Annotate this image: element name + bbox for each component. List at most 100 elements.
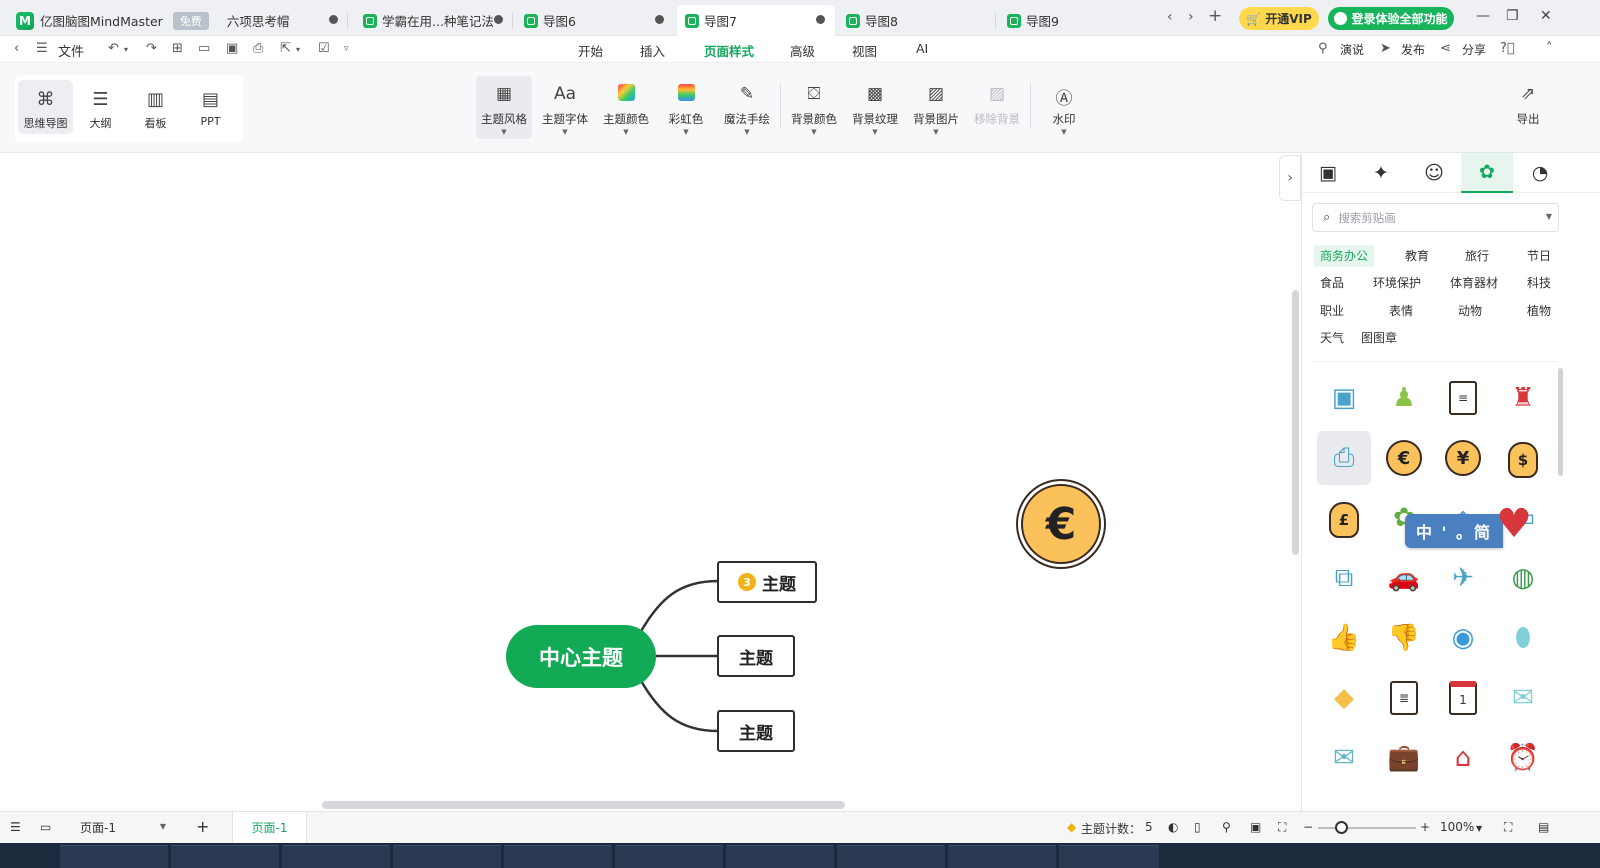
close-icon[interactable] [494,15,503,24]
clipart-search-input[interactable]: ⌕ 搜索剪贴画 ▼ [1312,203,1559,232]
outline-toggle-icon[interactable]: ☰ [10,820,21,834]
zoom-dropdown-icon[interactable]: ▼ [1476,824,1482,833]
zoom-out-icon[interactable]: − [1303,820,1313,834]
zoom-in-icon[interactable]: + [1420,820,1430,834]
id-badge-icon[interactable]: ▣ [1317,371,1371,425]
panel-tab-history[interactable]: ◔ [1514,153,1566,193]
more-dropdown-icon[interactable]: ▿ [344,44,349,54]
taskbar-app[interactable] [504,845,612,868]
taskbar-app[interactable] [1059,845,1159,868]
taskbar-app[interactable] [948,845,1056,868]
tab-document[interactable]: 导图8 [838,5,996,36]
taskbar-app[interactable] [393,845,501,868]
panel-tab-clipart[interactable]: ✿ [1461,153,1513,193]
briefcase-icon[interactable]: 💼 [1377,731,1431,785]
topic-node[interactable]: 主题 [717,710,795,752]
start-button[interactable] [0,845,50,868]
publish-button[interactable]: 发布 [1401,41,1425,58]
category-emoji[interactable]: 表情 [1389,300,1413,322]
yen-coin-icon[interactable]: ¥ [1436,431,1490,485]
tab-scroll-left-icon[interactable]: ‹ [1167,9,1173,25]
export-dropdown-icon[interactable]: ▾ [296,45,300,54]
menu-page-style[interactable]: 页面样式 [704,41,754,65]
dollar-bag-icon[interactable]: $ [1496,431,1550,485]
euro-coin-icon[interactable]: € [1377,431,1431,485]
category-tech[interactable]: 科技 [1527,272,1551,294]
printer-icon[interactable]: ⎙ [1317,431,1371,485]
new-tab-icon[interactable]: + [1208,6,1222,26]
hamburger-icon[interactable]: ☰ [36,41,48,56]
view-outline-button[interactable]: ☰ 大纲 [73,80,128,134]
envelope-icon[interactable]: ✉ [1317,731,1371,785]
category-environment[interactable]: 环境保护 [1373,272,1421,294]
help-icon[interactable]: ?⃝ [1500,41,1515,56]
view-ppt-button[interactable]: ▤ PPT [183,80,238,134]
export-file-icon[interactable]: ⇱ [280,41,291,56]
category-food[interactable]: 食品 [1320,272,1344,294]
watermark-button[interactable]: Ⓐ 水印 ▼ [1036,76,1092,139]
menu-insert[interactable]: 插入 [640,41,665,60]
login-button[interactable]: 登录体验全部功能 [1328,7,1454,30]
thumbs-up-icon[interactable]: 👍 [1317,611,1371,665]
taskbar-app[interactable] [726,845,834,868]
ime-language-badge[interactable]: 中 ' 。简 [1405,514,1503,548]
save-icon[interactable]: ▣ [226,41,238,56]
menu-start[interactable]: 开始 [578,41,603,60]
plane-icon[interactable]: ✈ [1436,551,1490,605]
back-icon[interactable]: ‹ [14,41,19,56]
close-icon[interactable] [655,15,664,24]
menu-ai[interactable]: AI [916,41,928,56]
taskbar-app[interactable] [171,845,279,868]
car-icon[interactable]: 🚗 [1377,551,1431,605]
page-tab-active[interactable]: 页面-1 [232,812,307,843]
export-button[interactable]: ⇗ 导出 [1500,76,1556,139]
shop-icon[interactable]: ⌂ [1436,731,1490,785]
tab-scroll-right-icon[interactable]: › [1188,9,1194,25]
theme-icon[interactable]: ◐ [1168,820,1178,834]
panel-toggle-icon[interactable]: ▤ [1538,820,1549,834]
thumbs-down-icon[interactable]: 👎 [1377,611,1431,665]
remove-bg-button[interactable]: ▨ 移除背景 [969,76,1025,139]
menu-advanced[interactable]: 高级 [790,41,815,60]
tab-document-active[interactable]: 导图7 [677,5,835,36]
zoom-level[interactable]: 100% [1440,820,1474,834]
fullscreen-fit-icon[interactable]: ⛶ [1278,820,1286,835]
globe-stand-icon[interactable]: ◍ [1496,551,1550,605]
category-plants[interactable]: 植物 [1527,300,1551,322]
print-icon[interactable]: ⎙ [253,41,263,56]
theme-color-button[interactable]: 主题颜色 ▼ [598,76,654,139]
category-education[interactable]: 教育 [1405,245,1429,267]
document-icon[interactable]: ≡ [1436,371,1490,425]
category-holiday[interactable]: 节日 [1527,245,1551,267]
file-menu[interactable]: 文件 [58,41,84,60]
close-window-icon[interactable]: ✕ [1540,8,1552,24]
glue-icon[interactable]: ♟ [1377,371,1431,425]
topic-node[interactable]: 3 主题 [717,561,817,603]
vip-button[interactable]: 🛒 开通VIP [1239,7,1319,30]
memo-icon[interactable]: ≣ [1377,671,1431,725]
zoom-slider[interactable] [1318,827,1416,829]
panel-tab-marks[interactable]: ☺ [1408,153,1460,193]
category-career[interactable]: 职业 [1320,300,1344,322]
tab-document[interactable]: 学霸在用...种笔记法 [355,5,513,36]
close-icon[interactable] [329,15,338,24]
tab-app-home[interactable]: M 亿图脑图MindMaster 免费 六项思考帽 [8,5,348,36]
collapse-ribbon-icon[interactable]: ˄ [1546,41,1553,56]
pound-bag-icon[interactable]: £ [1317,491,1371,545]
mouse-icon[interactable]: ⬮ [1496,611,1550,665]
open-folder-icon[interactable]: ▭ [198,41,210,56]
diamond-icon[interactable]: ◆ [1317,671,1371,725]
bg-color-button[interactable]: ⛋ 背景颜色 ▼ [786,76,842,139]
presentation-icon[interactable]: ⚲ [1222,820,1231,834]
canvas-horizontal-scrollbar[interactable] [322,801,845,809]
page-select[interactable]: 页面-1 ▼ [72,816,170,839]
mail-open-icon[interactable]: ✉ [1496,671,1550,725]
taskbar-app[interactable] [837,845,945,868]
category-weather[interactable]: 天气 [1320,327,1344,349]
minimize-icon[interactable]: — [1476,8,1490,24]
bg-image-button[interactable]: ▨ 背景图片 ▼ [908,76,964,139]
checklist-icon[interactable]: ☑ [318,41,330,56]
category-stamps[interactable]: 图图章 [1361,327,1397,349]
taskbar-app[interactable] [282,845,390,868]
central-topic[interactable]: 中心主题 [506,625,656,688]
